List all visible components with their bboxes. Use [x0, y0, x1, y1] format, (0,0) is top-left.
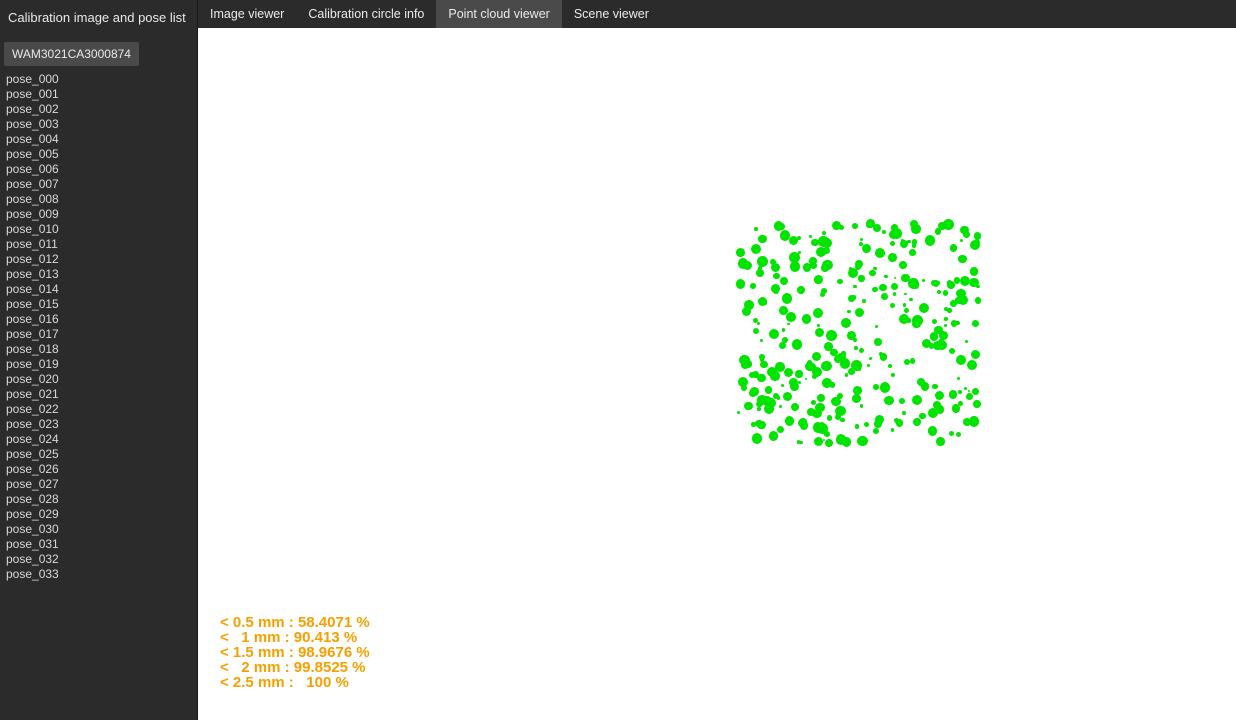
pose-item[interactable]: pose_027	[6, 477, 197, 492]
pose-item[interactable]: pose_021	[6, 387, 197, 402]
pose-item[interactable]: pose_011	[6, 237, 197, 252]
tab-point-cloud-viewer[interactable]: Point cloud viewer	[436, 0, 561, 28]
pose-item[interactable]: pose_030	[6, 522, 197, 537]
pose-item[interactable]: pose_019	[6, 357, 197, 372]
stat-line: < 1.5 mm : 98.9676 %	[220, 645, 370, 660]
pose-item[interactable]: pose_000	[6, 72, 197, 87]
pose-item[interactable]: pose_016	[6, 312, 197, 327]
pose-item[interactable]: pose_008	[6, 192, 197, 207]
stat-line: < 1 mm : 90.413 %	[220, 630, 370, 645]
pose-item[interactable]: pose_005	[6, 147, 197, 162]
pose-list: pose_000pose_001pose_002pose_003pose_004…	[0, 72, 197, 720]
tab-scene-viewer[interactable]: Scene viewer	[562, 0, 661, 28]
pose-item[interactable]: pose_010	[6, 222, 197, 237]
pose-item[interactable]: pose_023	[6, 417, 197, 432]
pose-item[interactable]: pose_006	[6, 162, 197, 177]
pose-item[interactable]: pose_020	[6, 372, 197, 387]
stat-line: < 0.5 mm : 58.4071 %	[220, 615, 370, 630]
pose-item[interactable]: pose_031	[6, 537, 197, 552]
point-cloud	[738, 223, 978, 443]
pose-item[interactable]: pose_003	[6, 117, 197, 132]
pose-item[interactable]: pose_033	[6, 567, 197, 582]
tab-calibration-circle-info[interactable]: Calibration circle info	[296, 0, 436, 28]
pose-item[interactable]: pose_024	[6, 432, 197, 447]
pose-item[interactable]: pose_013	[6, 267, 197, 282]
pose-item[interactable]: pose_015	[6, 297, 197, 312]
pose-item[interactable]: pose_007	[6, 177, 197, 192]
stat-line: < 2 mm : 99.8525 %	[220, 660, 370, 675]
accuracy-stats: < 0.5 mm : 58.4071 %< 1 mm : 90.413 %< 1…	[220, 615, 370, 690]
point-cloud-viewer[interactable]: < 0.5 mm : 58.4071 %< 1 mm : 90.413 %< 1…	[198, 28, 1236, 720]
pose-item[interactable]: pose_026	[6, 462, 197, 477]
pose-item[interactable]: pose_001	[6, 87, 197, 102]
pose-item[interactable]: pose_022	[6, 402, 197, 417]
sidebar-title: Calibration image and pose list	[0, 0, 197, 36]
pose-item[interactable]: pose_009	[6, 207, 197, 222]
pose-item[interactable]: pose_025	[6, 447, 197, 462]
pose-item[interactable]: pose_002	[6, 102, 197, 117]
pose-item[interactable]: pose_017	[6, 327, 197, 342]
pose-item[interactable]: pose_018	[6, 342, 197, 357]
device-id-chip[interactable]: WAM3021CA3000874	[4, 42, 139, 66]
tab-bar: Image viewerCalibration circle infoPoint…	[198, 0, 1236, 28]
sidebar: Calibration image and pose list WAM3021C…	[0, 0, 198, 720]
main-area: Image viewerCalibration circle infoPoint…	[198, 0, 1236, 720]
stat-line: < 2.5 mm : 100 %	[220, 675, 370, 690]
pose-item[interactable]: pose_028	[6, 492, 197, 507]
pose-item[interactable]: pose_012	[6, 252, 197, 267]
pose-item[interactable]: pose_014	[6, 282, 197, 297]
tab-image-viewer[interactable]: Image viewer	[198, 0, 296, 28]
pose-item[interactable]: pose_004	[6, 132, 197, 147]
pose-item[interactable]: pose_032	[6, 552, 197, 567]
pose-item[interactable]: pose_029	[6, 507, 197, 522]
